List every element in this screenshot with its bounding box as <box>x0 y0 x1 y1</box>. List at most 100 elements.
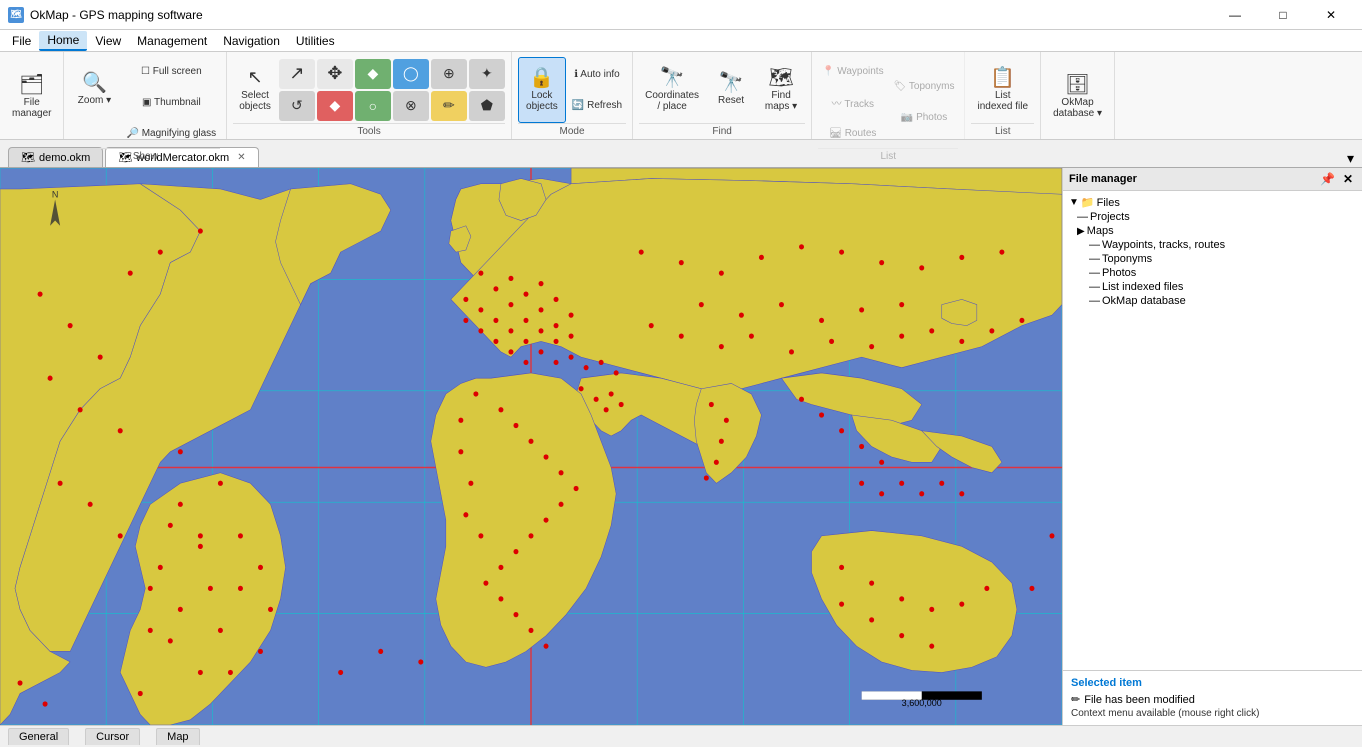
tool-blue-button[interactable]: ◯ <box>393 59 429 89</box>
tabs-dropdown-button[interactable]: ▾ <box>1347 150 1354 167</box>
find-maps-label: Findmaps ▾ <box>765 90 797 112</box>
tree-item-maps[interactable]: ▶ Maps <box>1065 224 1360 238</box>
mode-extras: ℹ Auto info 🔄 Refresh <box>568 59 626 120</box>
menu-home[interactable]: Home <box>39 31 87 51</box>
footer-selected-label: Selected item <box>1071 677 1354 689</box>
minimize-button[interactable]: — <box>1212 0 1258 30</box>
ribbon-group-mode: 🔒 Lockobjects ℹ Auto info 🔄 Refresh Mode <box>512 52 633 139</box>
ribbon-group-find-content: 🔭 Coordinates/ place 🔭 Reset 🗺 Findmaps … <box>639 56 805 123</box>
full-screen-button[interactable]: ☐ Full screen <box>122 56 220 86</box>
find-maps-button[interactable]: 🗺 Findmaps ▾ <box>757 57 805 123</box>
close-button[interactable]: ✕ <box>1308 0 1354 30</box>
tool-red-button[interactable]: ◆ <box>317 91 353 121</box>
file-manager-close-button[interactable]: ✕ <box>1340 171 1356 187</box>
tree-item-toponyms[interactable]: — Toponyms <box>1065 252 1360 266</box>
ribbon-group-okmap: 🗄 OkMapdatabase ▾ <box>1041 52 1115 139</box>
title-bar-left: 🗺 OkMap - GPS mapping software <box>8 7 203 23</box>
waypoints-button: 📍 Waypoints <box>818 56 888 86</box>
file-manager-button[interactable]: 🗂 Filemanager <box>6 64 57 130</box>
toponyms-button: 🏷 Toponyms <box>890 72 959 102</box>
tool-extras: ↗ ✥ ◆ ◯ ⊕ ✦ ↺ ◆ ○ ⊗ ✏ <box>279 57 505 123</box>
maps-expand-icon: ▶ <box>1077 226 1085 237</box>
routes-button: 🛤 Routes <box>818 118 888 148</box>
tree-item-waypoints-tracks[interactable]: — Waypoints, tracks, routes <box>1065 238 1360 252</box>
tool-green-button[interactable]: ◆ <box>355 59 391 89</box>
list-disabled-col2: 🏷 Toponyms 📷 Photos <box>890 72 959 133</box>
menu-view[interactable]: View <box>87 32 129 50</box>
tree-item-okmap-database[interactable]: — OkMap database <box>1065 294 1360 308</box>
file-manager-label: Filemanager <box>12 97 51 119</box>
ribbon-group-tools-content: ↖ Selectobjects ↗ ✥ ◆ ◯ ⊕ ✦ ↺ <box>233 56 505 123</box>
files-icon: 📁 <box>1081 196 1095 209</box>
status-tab-map[interactable]: Map <box>156 728 199 745</box>
coordinates-label: Coordinates/ place <box>645 90 699 112</box>
menu-management[interactable]: Management <box>129 32 215 50</box>
lock-icon: 🔒 <box>529 68 554 88</box>
tree-item-projects[interactable]: — Projects <box>1065 210 1360 224</box>
footer-context: Context menu available (mouse right clic… <box>1071 708 1354 719</box>
tool-gray2-button[interactable]: ✦ <box>469 59 505 89</box>
photos-icon: — <box>1089 267 1100 279</box>
show-extras: ☐ Full screen ▣ Thumbnail 🔎 Magnifying g… <box>122 56 220 148</box>
footer-info: ✏ File has been modified <box>1071 693 1354 706</box>
title-bar: 🗺 OkMap - GPS mapping software — □ ✕ <box>0 0 1362 30</box>
select-objects-button[interactable]: ↖ Selectobjects <box>233 57 277 123</box>
status-tab-cursor[interactable]: Cursor <box>85 728 140 745</box>
okmap-db-tree-label: OkMap database <box>1102 295 1186 307</box>
svg-text:N: N <box>52 189 59 199</box>
projects-icon: — <box>1077 211 1088 223</box>
thumbnail-button[interactable]: ▣ Thumbnail <box>122 87 220 117</box>
ribbon-group-list-content: 📋 Listindexed file <box>971 56 1034 123</box>
tool-d1-button[interactable]: ⊗ <box>393 91 429 121</box>
tree-item-files[interactable]: ▼ 📁 Files <box>1065 195 1360 210</box>
magnifying-glass-button[interactable]: 🔎 Magnifying glass <box>122 118 220 148</box>
show-label: Show <box>70 148 220 162</box>
tool-arrow-button[interactable]: ↗ <box>279 59 315 89</box>
menu-bar: File Home View Management Navigation Uti… <box>0 30 1362 52</box>
ribbon-group-file: 🗂 Filemanager <box>0 52 64 139</box>
ribbon-group-show-content: 🔍 Zoom ▾ ☐ Full screen ▣ Thumbnail 🔎 Mag… <box>70 56 220 148</box>
tool-d2-button[interactable]: ⬟ <box>469 91 505 121</box>
tracks-button: 〰 Tracks <box>818 87 888 117</box>
tree-item-photos[interactable]: — Photos <box>1065 266 1360 280</box>
tool-move-button[interactable]: ✥ <box>317 59 353 89</box>
app-title: OkMap - GPS mapping software <box>30 8 203 22</box>
status-bar: General Cursor Map <box>0 725 1362 747</box>
file-manager-header: File manager 📌 ✕ <box>1063 168 1362 191</box>
maximize-button[interactable]: □ <box>1260 0 1306 30</box>
tool-green2-button[interactable]: ○ <box>355 91 391 121</box>
menu-file[interactable]: File <box>4 32 39 50</box>
tool-yellow-button[interactable]: ✏ <box>431 91 467 121</box>
tree-item-list-indexed[interactable]: — List indexed files <box>1065 280 1360 294</box>
zoom-button[interactable]: 🔍 Zoom ▾ <box>70 56 118 122</box>
list-disabled-col1: 📍 Waypoints 〰 Tracks 🛤 Routes <box>818 56 888 148</box>
tool-rotate-button[interactable]: ↺ <box>279 91 315 121</box>
coordinates-button[interactable]: 🔭 Coordinates/ place <box>639 57 705 123</box>
okmap-database-button[interactable]: 🗄 OkMapdatabase ▾ <box>1047 64 1108 130</box>
file-manager-tree: ▼ 📁 Files — Projects ▶ Maps — Waypoints,… <box>1063 191 1362 670</box>
reset-button[interactable]: 🔭 Reset <box>707 57 755 123</box>
lock-objects-button[interactable]: 🔒 Lockobjects <box>518 57 566 123</box>
file-manager-header-buttons: 📌 ✕ <box>1317 171 1356 187</box>
list-indexed-label: Listindexed file <box>977 90 1028 112</box>
file-manager-icon: 🗂 <box>19 75 44 95</box>
file-manager-pin-button[interactable]: 📌 <box>1317 171 1338 187</box>
status-tab-general[interactable]: General <box>8 728 69 745</box>
toponyms-label: Toponyms <box>1102 253 1152 265</box>
list-indexed-icon: 📋 <box>990 68 1015 88</box>
list-indexed-file-button[interactable]: 📋 Listindexed file <box>971 57 1034 123</box>
menu-navigation[interactable]: Navigation <box>215 32 288 50</box>
list-label: List <box>971 123 1034 137</box>
menu-utilities[interactable]: Utilities <box>288 32 343 50</box>
refresh-button[interactable]: 🔄 Refresh <box>568 90 626 120</box>
tab-world-close[interactable]: ✕ <box>237 152 245 163</box>
map-area[interactable]: 3,600,000 N <box>0 168 1062 725</box>
svg-text:3,600,000: 3,600,000 <box>902 698 942 708</box>
ribbon-group-mode-content: 🔒 Lockobjects ℹ Auto info 🔄 Refresh <box>518 56 626 123</box>
zoom-icon: 🔍 <box>82 73 107 93</box>
ribbon-group-file-content: 🗂 Filemanager <box>6 56 57 137</box>
auto-info-button[interactable]: ℹ Auto info <box>568 59 626 89</box>
tool-gray1-button[interactable]: ⊕ <box>431 59 467 89</box>
file-manager-footer: Selected item ✏ File has been modified C… <box>1063 670 1362 725</box>
find-maps-icon: 🗺 <box>768 68 793 88</box>
